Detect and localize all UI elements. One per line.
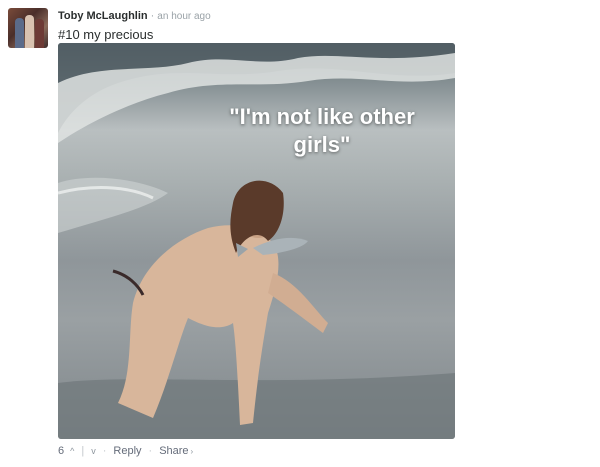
downvote-icon[interactable]: v bbox=[91, 446, 96, 456]
share-button[interactable]: Share › bbox=[159, 445, 193, 457]
chevron-right-icon: › bbox=[190, 447, 194, 456]
avatar[interactable] bbox=[8, 8, 48, 48]
comment-actions: 6 ^ | v · Reply · Share › bbox=[58, 445, 193, 457]
timestamp[interactable]: an hour ago bbox=[157, 11, 210, 22]
meta-separator: · bbox=[150, 10, 155, 22]
action-separator: · bbox=[102, 445, 107, 457]
avatar-figure bbox=[25, 15, 34, 48]
reply-button[interactable]: Reply bbox=[113, 445, 141, 457]
share-label: Share bbox=[159, 445, 189, 457]
avatar-figure bbox=[35, 19, 44, 48]
action-separator: · bbox=[148, 445, 153, 457]
vote-count: 6 bbox=[58, 445, 65, 457]
figure-arm bbox=[268, 273, 328, 333]
post-image[interactable]: "I'm not like other girls" bbox=[58, 43, 455, 439]
upvote-icon[interactable]: ^ bbox=[70, 446, 74, 456]
image-caption: "I'm not like other girls" bbox=[229, 104, 415, 157]
author-name[interactable]: Toby McLaughlin bbox=[58, 10, 148, 22]
avatar-figure bbox=[15, 18, 24, 48]
vote-divider: | bbox=[81, 445, 85, 457]
comment-text: #10 my precious bbox=[58, 27, 154, 42]
wave-foam bbox=[58, 177, 168, 233]
comment-meta: Toby McLaughlin · an hour ago bbox=[58, 9, 211, 24]
